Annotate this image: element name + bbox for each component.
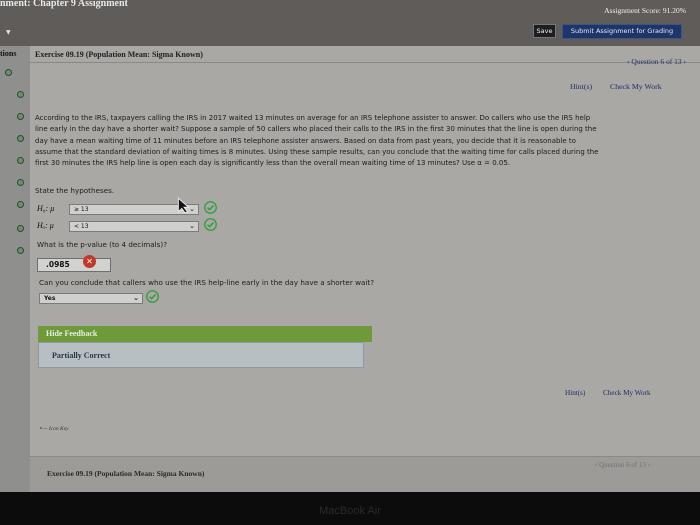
- laptop-bezel-logo: MacBook Air: [319, 505, 381, 517]
- problem-line: According to the IRS, taxpayers calling …: [35, 114, 591, 122]
- question-status-icon[interactable]: [17, 135, 24, 142]
- question-list-rail: [0, 46, 30, 492]
- incorrect-x-icon: ✕: [83, 255, 96, 268]
- correct-check-icon: [146, 290, 159, 303]
- null-hypothesis-label: H₀: μ: [37, 204, 55, 213]
- assignment-score: Assignment Score: 91.20%: [604, 6, 686, 15]
- chevron-down-icon: ⌄: [133, 294, 139, 302]
- question-status-icon[interactable]: [5, 69, 12, 76]
- submit-assignment-button[interactable]: Submit Assignment for Grading: [562, 24, 682, 39]
- chevron-down-icon: ⌄: [189, 222, 195, 230]
- feedback-result: Partially Correct: [52, 351, 111, 360]
- question-status-icon[interactable]: [17, 201, 24, 208]
- correct-check-icon: [204, 201, 217, 214]
- p-value-prompt: What is the p-value (to 4 decimals)?: [37, 240, 168, 249]
- assignment-header: nment: Chapter 9 Assignment Assignment S…: [0, 0, 700, 46]
- alternative-hypothesis-value: < 13: [74, 223, 89, 230]
- conclusion-select[interactable]: Yes ⌄: [39, 293, 143, 304]
- hide-feedback-toggle[interactable]: Hide Feedback: [38, 326, 372, 342]
- question-navigator[interactable]: ‹ Question 6 of 13 ›: [627, 57, 686, 66]
- footer-question-navigator[interactable]: ‹ Question 6 of 13 ›: [595, 461, 650, 469]
- save-button[interactable]: Save: [533, 24, 556, 38]
- questions-tab[interactable]: tions: [0, 49, 16, 58]
- problem-line: first 30 minutes the IRS help line is op…: [35, 159, 511, 168]
- hints-link-bottom[interactable]: Hint(s): [565, 389, 585, 397]
- problem-line: assume that the standard deviation of wa…: [35, 147, 599, 156]
- hypotheses-prompt: State the hypotheses.: [35, 186, 115, 195]
- null-hypothesis-value: ≥ 13: [74, 206, 89, 213]
- assignment-title: nment: Chapter 9 Assignment: [0, 0, 128, 9]
- question-status-icon[interactable]: [17, 113, 24, 120]
- icon-key[interactable]: ⚬— Icon Key: [38, 426, 69, 432]
- exercise-footer: Exercise 09.19 (Population Mean: Sigma K…: [30, 456, 700, 492]
- problem-line: day have a mean waiting time of 11 minut…: [35, 136, 576, 145]
- exercise-panel: Exercise 09.19 (Population Mean: Sigma K…: [30, 46, 700, 492]
- check-my-work-link[interactable]: Check My Work: [610, 82, 662, 91]
- exercise-header: Exercise 09.19 (Population Mean: Sigma K…: [30, 46, 700, 63]
- correct-check-icon: [204, 218, 217, 231]
- caret-down-icon[interactable]: ▼: [6, 29, 11, 36]
- icon-key-label: Icon Key: [48, 426, 69, 432]
- feedback-box: Partially Correct: [38, 342, 364, 368]
- hints-link[interactable]: Hint(s): [570, 82, 592, 91]
- conclusion-value: Yes: [44, 295, 56, 302]
- conclusion-prompt: Can you conclude that callers who use th…: [39, 278, 375, 287]
- problem-statement: According to the IRS, taxpayers calling …: [35, 113, 689, 169]
- problem-line: line early in the day have a shorter wai…: [35, 125, 597, 134]
- question-status-icon[interactable]: [17, 179, 24, 186]
- key-icon: ⚬—: [38, 426, 48, 432]
- question-status-icon[interactable]: [17, 225, 24, 232]
- question-status-icon[interactable]: [17, 157, 24, 164]
- browser-screen: nment: Chapter 9 Assignment Assignment S…: [0, 0, 700, 492]
- question-status-icon[interactable]: [17, 247, 24, 254]
- alternative-hypothesis-select[interactable]: < 13 ⌄: [69, 221, 199, 232]
- alternative-hypothesis-label: Hₐ: μ: [37, 221, 54, 230]
- mouse-cursor-icon: [177, 197, 190, 214]
- exercise-title: Exercise 09.19 (Population Mean: Sigma K…: [35, 50, 203, 59]
- p-value-input[interactable]: .0985: [37, 258, 111, 272]
- check-my-work-link-bottom[interactable]: Check My Work: [603, 389, 651, 397]
- footer-exercise-title: Exercise 09.19 (Population Mean: Sigma K…: [47, 469, 205, 478]
- question-status-icon[interactable]: [17, 91, 24, 98]
